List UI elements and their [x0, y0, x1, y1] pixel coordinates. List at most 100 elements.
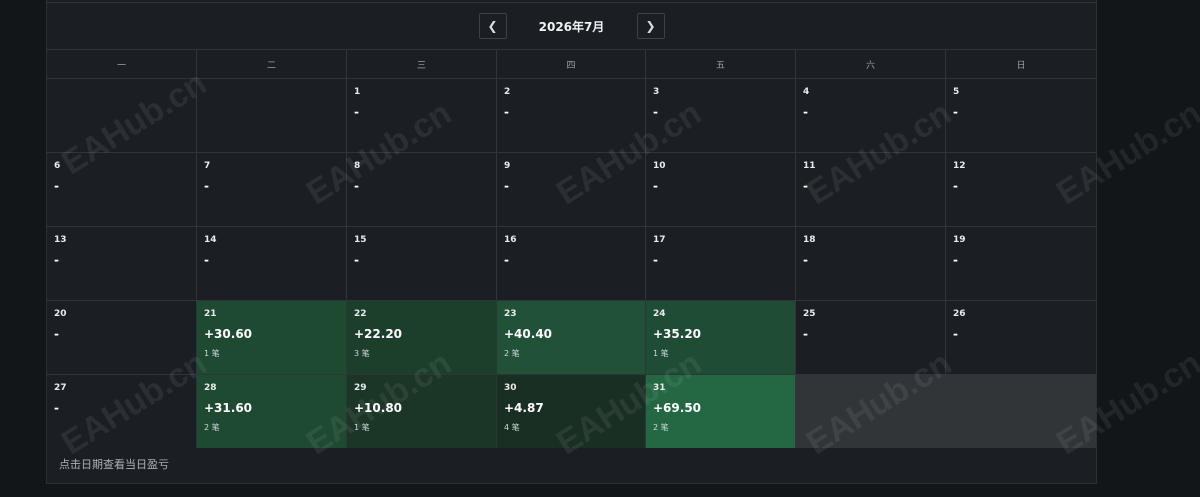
calendar-day-cell[interactable]: 18 -	[796, 227, 946, 300]
calendar-day-cell[interactable]: 3-	[646, 79, 796, 152]
calendar-day-cell[interactable]: 13 -	[47, 227, 197, 300]
calendar-day-cell[interactable]: 8-	[347, 153, 497, 226]
day-pnl: -	[803, 179, 808, 193]
day-pnl: -	[653, 179, 658, 193]
day-number: 15	[354, 235, 367, 245]
day-number: 28	[204, 383, 217, 393]
day-pnl: -	[504, 179, 509, 193]
day-number: 19	[953, 235, 966, 245]
calendar-day-cell[interactable]: 21 +30.60 1 笔	[197, 301, 347, 374]
chevron-right-icon: ❯	[645, 19, 656, 33]
day-number: 5	[953, 87, 960, 97]
calendar-empty-cell	[47, 79, 197, 152]
calendar-day-cell[interactable]: 12 -	[946, 153, 1096, 226]
day-number: 6	[54, 161, 61, 171]
calendar-day-cell[interactable]: 25 -	[796, 301, 946, 374]
day-pnl: -	[354, 105, 359, 119]
day-pnl: -	[504, 105, 509, 119]
calendar-day-cell[interactable]: 14 -	[197, 227, 347, 300]
day-pnl: -	[54, 253, 59, 267]
weekday-label: 五	[646, 50, 796, 78]
day-number: 22	[354, 309, 367, 319]
day-number: 11	[803, 161, 816, 171]
trade-count: 1 笔	[354, 423, 370, 432]
day-number: 20	[54, 309, 67, 319]
calendar-day-cell[interactable]: 23 +40.40 2 笔	[497, 301, 646, 374]
calendar-day-cell[interactable]: 1-	[347, 79, 497, 152]
day-number: 8	[354, 161, 361, 171]
day-pnl: -	[953, 179, 958, 193]
day-number: 27	[54, 383, 67, 393]
weekday-label: 四	[497, 50, 646, 78]
day-pnl: -	[953, 327, 958, 341]
day-pnl: -	[803, 253, 808, 267]
day-number: 10	[653, 161, 666, 171]
weekday-label: 日	[1016, 60, 1026, 71]
calendar-header: ❮ 2026年7月 ❯	[47, 3, 1096, 49]
day-pnl: -	[803, 327, 808, 341]
calendar-day-cell[interactable]: 27 -	[47, 375, 197, 448]
calendar-day-cell[interactable]: 10 -	[646, 153, 796, 226]
trade-count: 1 笔	[204, 349, 220, 358]
day-number: 31	[653, 383, 666, 393]
weekday-label: 三	[347, 50, 497, 78]
calendar-day-cell[interactable]: 29 +10.80 1 笔	[347, 375, 497, 448]
day-pnl: -	[354, 179, 359, 193]
calendar-day-cell[interactable]: 22 +22.20 3 笔	[347, 301, 497, 374]
calendar-week-row: 13 - 14 - 15 - 16 - 17 - 18 - 19 -	[47, 227, 1096, 301]
trade-count: 4 笔	[504, 423, 520, 432]
weekday-header-row: 一二三四五六 日	[47, 50, 1096, 79]
calendar-day-cell[interactable]: 5-	[946, 79, 1096, 152]
day-pnl: +4.87	[504, 401, 544, 415]
calendar-week-row: 6-7-8-9-10-11-12-	[47, 153, 1096, 227]
calendar-footer: 点击日期查看当日盈亏	[47, 445, 1096, 483]
trade-count: 1 笔	[653, 349, 669, 358]
trade-count: 3 笔	[354, 349, 370, 358]
day-number: 29	[354, 383, 367, 393]
day-number: 9	[504, 161, 511, 171]
calendar-day-cell[interactable]: 20 -	[47, 301, 197, 374]
day-number: 16	[504, 235, 517, 245]
calendar-week-row: 1-2-3-4-5-	[47, 79, 1096, 153]
calendar-filler-cell	[796, 375, 946, 448]
day-pnl: -	[953, 253, 958, 267]
calendar-day-cell[interactable]: 9-	[497, 153, 646, 226]
calendar-day-cell[interactable]: 30 +4.87 4 笔	[497, 375, 646, 448]
month-title: 2026年7月	[538, 19, 605, 34]
calendar-day-cell[interactable]: 11 -	[796, 153, 946, 226]
calendar-day-cell[interactable]: 28 +31.60 2 笔	[197, 375, 347, 448]
day-number: 12	[953, 161, 966, 171]
calendar-day-cell[interactable]: 26 -	[946, 301, 1096, 374]
chevron-left-icon: ❮	[487, 19, 498, 33]
calendar-day-cell[interactable]: 31 +69.50 2 笔	[646, 375, 796, 448]
day-number: 17	[653, 235, 666, 245]
day-pnl: -	[54, 401, 59, 415]
day-pnl: -	[803, 105, 808, 119]
calendar-empty-cell	[197, 79, 347, 152]
day-number: 21	[204, 309, 217, 319]
day-number: 26	[953, 309, 966, 319]
day-number: 4	[803, 87, 810, 97]
day-pnl: -	[54, 327, 59, 341]
day-pnl: -	[54, 179, 59, 193]
weekday-label: 六	[796, 50, 946, 78]
next-month-button[interactable]: ❯	[636, 13, 665, 39]
calendar-day-cell[interactable]: 19 -	[946, 227, 1096, 300]
calendar-day-cell[interactable]: 16 -	[497, 227, 646, 300]
calendar-panel: ❮ 2026年7月 ❯ 一二三四五六日 1-2-3-4-5-6-7-8-9-10…	[46, 0, 1097, 484]
trade-count: 2 笔	[653, 423, 669, 432]
calendar-day-cell[interactable]: 6-	[47, 153, 197, 226]
calendar-week-row: 20 - 21 +30.60 1 笔 22 +22.20 3 笔 23 +40.40 2 笔 24 +3…	[47, 301, 1096, 375]
calendar-day-cell[interactable]: 4-	[796, 79, 946, 152]
day-number: 7	[204, 161, 211, 171]
calendar-day-cell[interactable]: 2-	[497, 79, 646, 152]
calendar-filler-cell	[946, 375, 1096, 448]
day-number: 18	[803, 235, 816, 245]
prev-month-button[interactable]: ❮	[478, 13, 507, 39]
calendar-day-cell[interactable]: 7-	[197, 153, 347, 226]
calendar-day-cell[interactable]: 17 -	[646, 227, 796, 300]
calendar-day-cell[interactable]: 24 +35.20 1 笔	[646, 301, 796, 374]
trade-count: 2 笔	[204, 423, 220, 432]
calendar-day-cell[interactable]: 15 -	[347, 227, 497, 300]
day-number: 13	[54, 235, 67, 245]
